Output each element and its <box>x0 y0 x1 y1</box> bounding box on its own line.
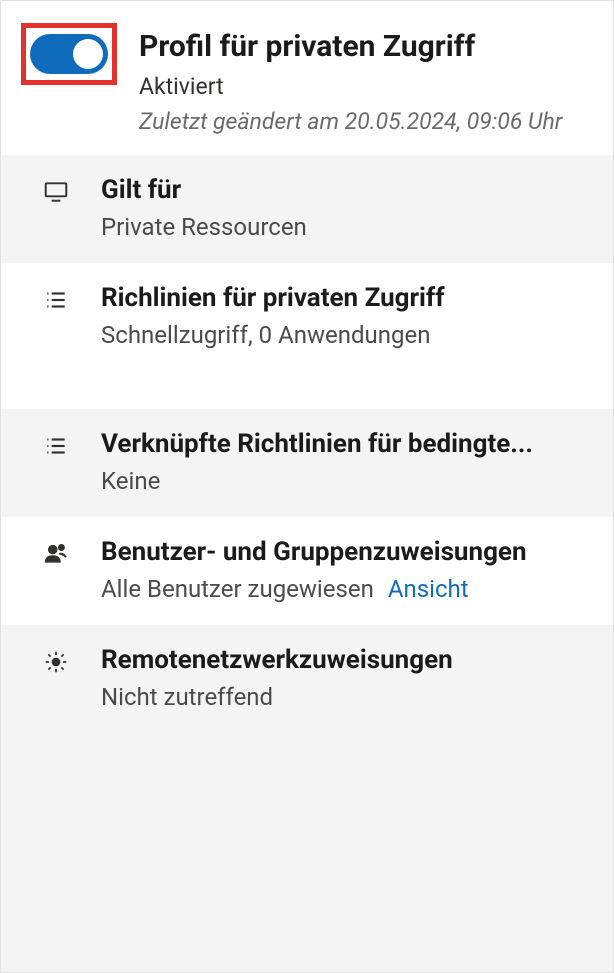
row-title: Richlinien für privaten Zugriff <box>101 283 593 313</box>
toggle-knob <box>73 39 103 69</box>
row-body: Verknüpfte Richtlinien für bedingte... K… <box>101 429 593 495</box>
row-subtitle: Alle Benutzer zugewiesen <box>101 575 374 603</box>
row-title: Remotenetzwerkzuweisungen <box>101 645 593 675</box>
row-body: Gilt für Private Ressourcen <box>101 175 593 241</box>
toggle-highlight-box <box>21 23 117 85</box>
people-icon <box>39 537 73 567</box>
row-subtitle: Nicht zutreffend <box>101 683 593 711</box>
monitor-icon <box>39 175 73 205</box>
card-filler <box>1 733 613 972</box>
row-body: Benutzer- und Gruppenzuweisungen Alle Be… <box>101 537 593 603</box>
list-icon <box>39 283 73 313</box>
row-private-access-policies: Richlinien für privaten Zugriff Schnellz… <box>1 263 613 409</box>
row-subtitle-line: Alle Benutzer zugewiesen Ansicht <box>101 575 593 603</box>
profile-header: Profil für privaten Zugriff Aktiviert Zu… <box>1 1 613 155</box>
row-title: Gilt für <box>101 175 593 205</box>
row-body: Richlinien für privaten Zugriff Schnellz… <box>101 283 593 349</box>
view-link[interactable]: Ansicht <box>388 575 469 603</box>
row-subtitle: Schnellzugriff, 0 Anwendungen <box>101 321 593 349</box>
profile-enable-toggle[interactable] <box>30 34 108 74</box>
list-icon <box>39 429 73 459</box>
row-remote-network-assignments: Remotenetzwerkzuweisungen Nicht zutreffe… <box>1 625 613 733</box>
row-subtitle: Private Ressourcen <box>101 213 593 241</box>
row-body: Remotenetzwerkzuweisungen Nicht zutreffe… <box>101 645 593 711</box>
row-user-group-assignments: Benutzer- und Gruppenzuweisungen Alle Be… <box>1 517 613 625</box>
profile-last-modified: Zuletzt geändert am 20.05.2024, 09:06 Uh… <box>139 108 562 135</box>
row-subtitle: Keine <box>101 467 593 495</box>
profile-card: Profil für privaten Zugriff Aktiviert Zu… <box>0 0 614 973</box>
row-title: Verknüpfte Richtlinien für bedingte... <box>101 429 593 459</box>
row-applies-to: Gilt für Private Ressourcen <box>1 155 613 263</box>
row-linked-ca-policies: Verknüpfte Richtlinien für bedingte... K… <box>1 409 613 517</box>
gear-icon <box>39 645 73 675</box>
header-text-group: Profil für privaten Zugriff Aktiviert Zu… <box>139 23 562 135</box>
profile-title: Profil für privaten Zugriff <box>139 29 562 65</box>
profile-status: Aktiviert <box>139 73 562 100</box>
row-title: Benutzer- und Gruppenzuweisungen <box>101 537 593 567</box>
